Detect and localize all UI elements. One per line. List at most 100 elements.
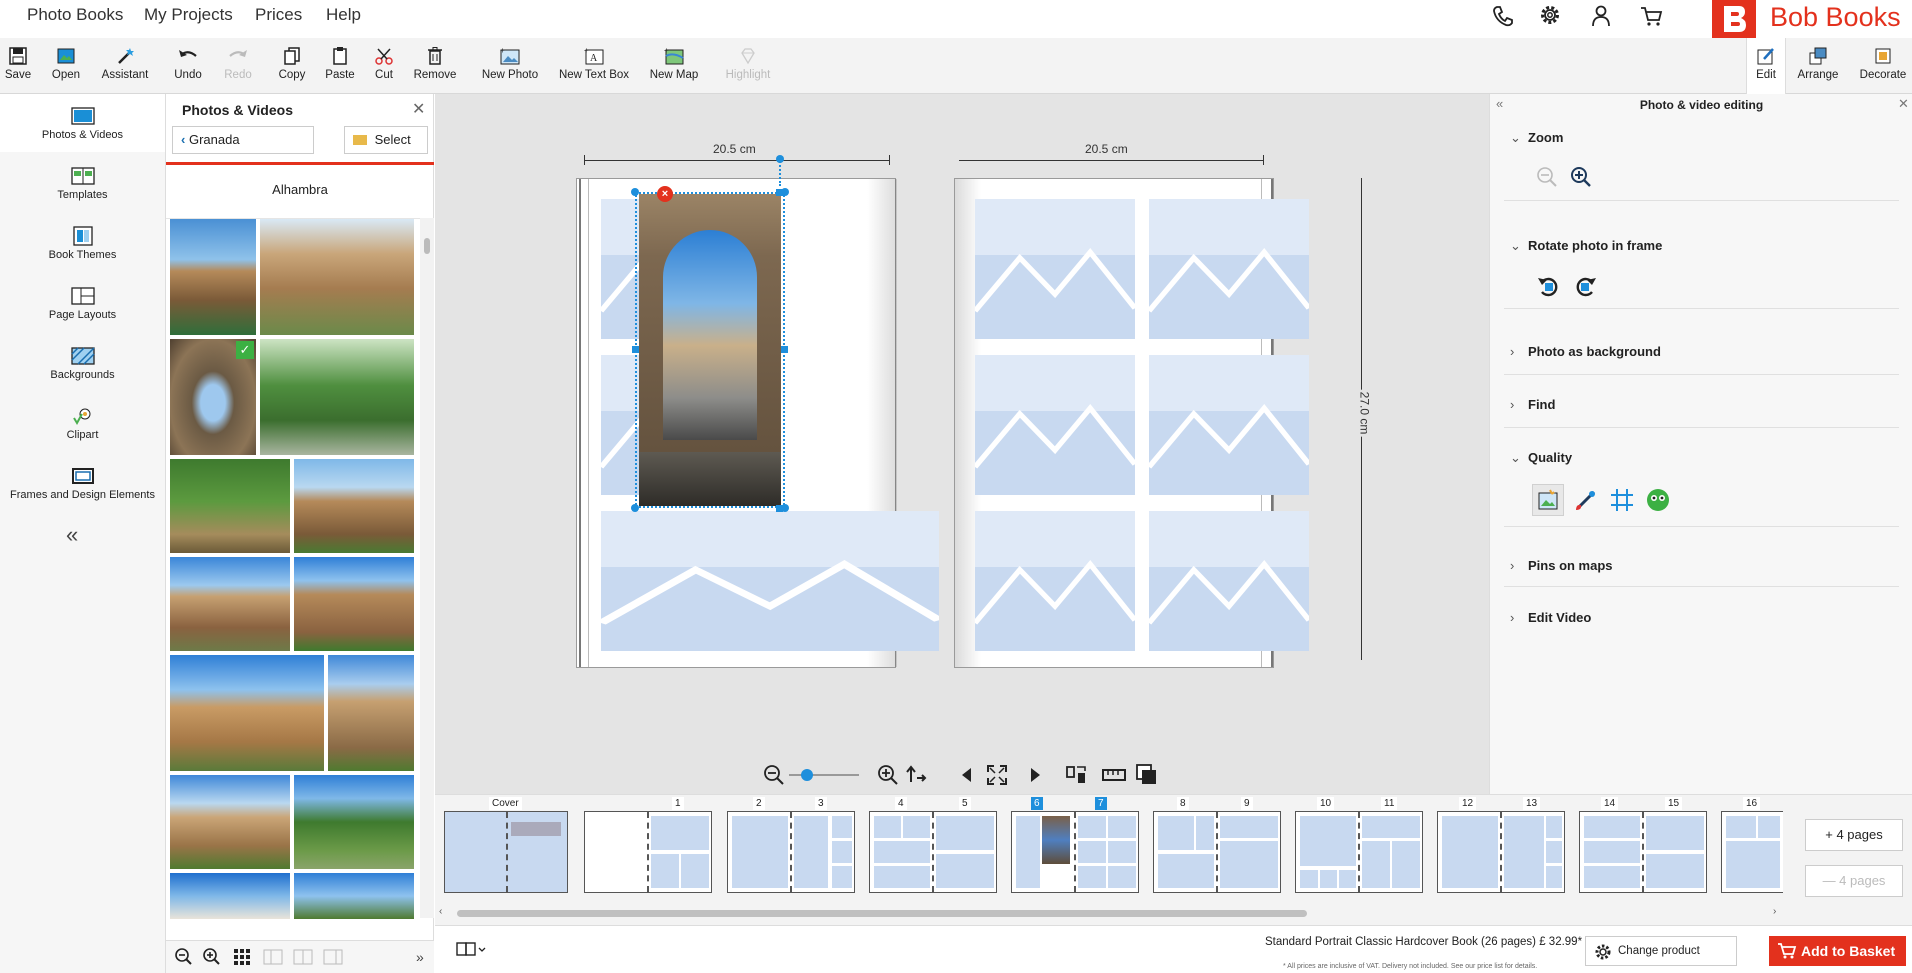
photo-thumbnail[interactable]: [170, 655, 324, 771]
user-icon[interactable]: [1586, 2, 1616, 30]
sidebar-item-photos-videos[interactable]: Photos & Videos: [0, 94, 165, 152]
zoom-slider[interactable]: [789, 774, 859, 776]
photo-placeholder-wide[interactable]: [601, 511, 939, 651]
photo-thumbnail[interactable]: [294, 775, 414, 869]
section-find[interactable]: › Find: [1510, 397, 1905, 412]
photo-placeholder[interactable]: [975, 355, 1135, 495]
highlight-button[interactable]: Highlight: [716, 38, 780, 94]
open-button[interactable]: Open: [44, 38, 88, 94]
scroll-right-icon[interactable]: ›: [1773, 906, 1776, 917]
zoom-out-icon[interactable]: [174, 947, 194, 967]
close-right-panel-icon[interactable]: ✕: [1898, 96, 1909, 112]
new-photo-button[interactable]: + New Photo: [476, 38, 544, 94]
remove-button[interactable]: Remove: [412, 38, 458, 94]
split-view-icon[interactable]: [292, 947, 314, 967]
list-view-icon[interactable]: [262, 947, 284, 967]
scrollbar-thumb[interactable]: [457, 910, 1307, 917]
nav-photo-books[interactable]: Photo Books: [27, 0, 123, 32]
assistant-button[interactable]: Assistant: [98, 38, 152, 94]
nav-my-projects[interactable]: My Projects: [144, 0, 233, 32]
back-folder-button[interactable]: ‹ Granada: [172, 126, 314, 154]
photo-placeholder[interactable]: [975, 511, 1135, 651]
spread-thumbnail-selected[interactable]: [1011, 811, 1139, 893]
fullscreen-icon[interactable]: [985, 763, 1009, 787]
photo-placeholder[interactable]: [1149, 355, 1309, 495]
undo-button[interactable]: Undo: [170, 38, 206, 94]
grid-overlay-icon[interactable]: [1608, 486, 1636, 514]
photo-thumbnail[interactable]: [170, 775, 290, 869]
photo-thumbnail[interactable]: [294, 459, 414, 553]
ruler-icon[interactable]: [1101, 764, 1127, 786]
section-edit-video[interactable]: › Edit Video: [1510, 610, 1905, 625]
nav-prices[interactable]: Prices: [255, 0, 302, 32]
resize-handle[interactable]: [781, 504, 789, 512]
scroll-left-icon[interactable]: ‹: [439, 906, 442, 917]
photo-placeholder[interactable]: [1149, 511, 1309, 651]
spread-thumbnail[interactable]: [1153, 811, 1281, 893]
cart-icon[interactable]: [1636, 2, 1666, 30]
red-eye-icon[interactable]: [1644, 486, 1672, 514]
add-4-pages-button[interactable]: + 4 pages: [1805, 819, 1903, 851]
photo-thumbnail[interactable]: [294, 557, 414, 651]
zoom-in-icon[interactable]: [202, 947, 222, 967]
add-to-basket-button[interactable]: Add to Basket: [1769, 936, 1906, 966]
resize-handle[interactable]: [631, 188, 639, 196]
cut-button[interactable]: Cut: [366, 38, 402, 94]
edit-tab[interactable]: Edit: [1746, 38, 1786, 94]
photo-placeholder[interactable]: [975, 199, 1135, 339]
save-button[interactable]: Save: [0, 38, 36, 94]
photo-zoom-in-icon[interactable]: [1570, 166, 1592, 188]
expand-panel-icon[interactable]: »: [416, 949, 424, 965]
spread-thumbnail[interactable]: [727, 811, 855, 893]
zoom-slider-thumb[interactable]: [801, 769, 813, 781]
resize-handle[interactable]: [781, 346, 788, 353]
close-panel-button[interactable]: ✕: [412, 99, 425, 119]
photo-thumbnail[interactable]: [260, 219, 414, 335]
change-product-details-button[interactable]: Change product details: [1585, 936, 1737, 966]
paste-button[interactable]: Paste: [322, 38, 358, 94]
detail-view-icon[interactable]: [322, 947, 344, 967]
copy-button[interactable]: Copy: [274, 38, 310, 94]
spread-thumbnail[interactable]: [1437, 811, 1565, 893]
photo-placeholder[interactable]: [1149, 199, 1309, 339]
rotate-right-icon[interactable]: [1574, 274, 1598, 298]
section-photo-as-background[interactable]: › Photo as background: [1510, 344, 1905, 359]
remove-4-pages-button[interactable]: — 4 pages: [1805, 865, 1903, 897]
new-text-box-button[interactable]: A + New Text Box: [556, 38, 632, 94]
photo-thumbnail[interactable]: [294, 873, 414, 919]
redo-button[interactable]: Redo: [220, 38, 256, 94]
resize-handle[interactable]: [631, 504, 639, 512]
collapse-sidebar-button[interactable]: «: [66, 522, 78, 548]
selection-frame[interactable]: [635, 192, 785, 508]
photo-grid-scrollbar[interactable]: [420, 218, 434, 918]
spread-thumbnail[interactable]: [1721, 811, 1783, 893]
rotate-left-icon[interactable]: [1536, 274, 1560, 298]
sidebar-item-clipart[interactable]: Clipart: [0, 394, 165, 452]
new-map-button[interactable]: + New Map: [644, 38, 704, 94]
photo-thumbnail[interactable]: [328, 655, 414, 771]
phone-icon[interactable]: [1487, 2, 1517, 30]
canvas-zoom-out-icon[interactable]: [763, 764, 785, 786]
nav-help[interactable]: Help: [326, 0, 361, 32]
delete-photo-icon[interactable]: ×: [657, 186, 673, 202]
swap-pages-icon[interactable]: [1065, 763, 1091, 787]
spread-thumbnail[interactable]: [584, 811, 712, 893]
section-quality[interactable]: ⌄ Quality: [1510, 450, 1905, 466]
brand-logo[interactable]: Bob Books: [1712, 0, 1912, 38]
section-rotate[interactable]: ⌄ Rotate photo in frame: [1510, 238, 1905, 254]
rotate-handle[interactable]: [776, 155, 784, 163]
fit-width-icon[interactable]: [905, 764, 929, 786]
book-format-icon[interactable]: [455, 940, 487, 960]
resize-handle[interactable]: [632, 346, 639, 353]
filmstrip-scrollbar[interactable]: ‹ ›: [439, 906, 1777, 918]
layers-icon[interactable]: [1135, 763, 1159, 787]
resize-handle[interactable]: [781, 188, 789, 196]
right-page[interactable]: [954, 178, 1274, 668]
spread-thumbnail[interactable]: [869, 811, 997, 893]
photo-thumbnail[interactable]: [170, 459, 290, 553]
gear-icon[interactable]: [1535, 2, 1565, 30]
decorate-tab[interactable]: Decorate: [1856, 38, 1910, 94]
previous-page-icon[interactable]: [959, 765, 975, 785]
sidebar-item-backgrounds[interactable]: Backgrounds: [0, 334, 165, 392]
sidebar-item-book-themes[interactable]: Book Themes: [0, 214, 165, 272]
